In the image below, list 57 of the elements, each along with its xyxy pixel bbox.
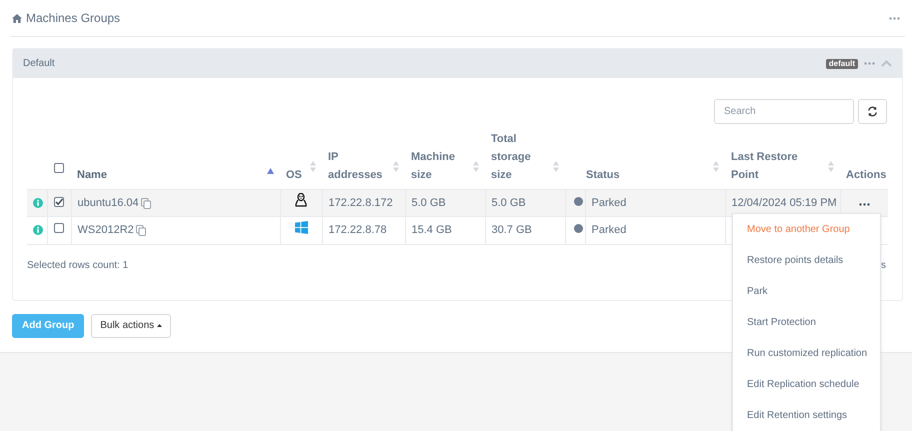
sort-icon[interactable] [828,161,834,172]
collapse-icon[interactable] [881,60,892,67]
menu-item[interactable]: Start Protection [733,307,880,338]
more-icon[interactable] [864,62,875,65]
machine-size: 5.0 GB [412,196,446,209]
restore-date: 12/04/2024 05:19 PM [732,196,837,209]
checkbox[interactable] [54,163,64,173]
ip-address: 172.22.8.78 [328,224,387,236]
group-tag: default [826,58,858,68]
column-header[interactable]: Actions [846,166,886,184]
menu-item[interactable]: Edit Retention settings [733,400,880,431]
storage-size: 5.0 GB [492,196,526,209]
sort-icon[interactable] [310,161,316,172]
storage-size: 30.7 GB [492,224,532,236]
machine-name: ubuntu16.04 [78,196,139,211]
page-title: Machines Groups [26,10,120,27]
info-icon[interactable] [33,198,43,208]
menu-item[interactable]: Run customized replication [733,338,880,369]
windows-icon [294,221,308,234]
column-header[interactable]: Status [586,166,620,184]
bulk-actions-button[interactable]: Bulk actions [91,314,172,338]
checkbox[interactable] [54,223,64,233]
home-icon [12,14,22,22]
column-header[interactable]: Machine size [411,148,473,184]
menu-item[interactable]: Restore points details [733,245,880,276]
status-text: Parked [592,196,626,209]
copy-icon[interactable] [140,198,151,208]
machine-name: WS2012R2 [78,223,134,238]
actions-icon[interactable] [858,202,870,206]
search-field[interactable]: Search [714,99,854,124]
ip-address: 172.22.8.172 [328,196,393,209]
checkbox[interactable] [54,196,64,207]
column-header[interactable]: Name [77,166,107,184]
status-text: Parked [592,224,626,236]
sort-icon[interactable] [553,161,559,172]
info-icon[interactable] [33,225,43,236]
group-header[interactable]: Default default [13,49,902,78]
pagination-text: s [881,258,887,272]
selected-count: Selected rows count: 1 [27,258,128,272]
sort-icon[interactable] [473,161,479,172]
menu-item[interactable]: Edit Replication schedule [733,369,880,400]
sort-icon[interactable] [393,161,399,172]
column-header[interactable]: OS [286,166,302,184]
column-header[interactable]: Last Restore Point [731,148,828,184]
machine-size: 15.4 GB [412,224,452,236]
group-name: Default [23,57,55,71]
column-header[interactable]: Total storage size [491,130,553,184]
column-header[interactable]: IP addresses [328,148,393,184]
sort-ascending-icon[interactable] [267,168,274,174]
refresh-button[interactable] [858,99,887,124]
more-icon[interactable] [889,16,900,20]
refresh-icon [867,106,878,117]
caret-icon [157,324,162,327]
copy-icon[interactable] [136,224,146,236]
menu-item[interactable]: Park [733,276,880,307]
sort-icon[interactable] [713,161,719,172]
menu-item[interactable]: Move to another Group [733,214,880,245]
